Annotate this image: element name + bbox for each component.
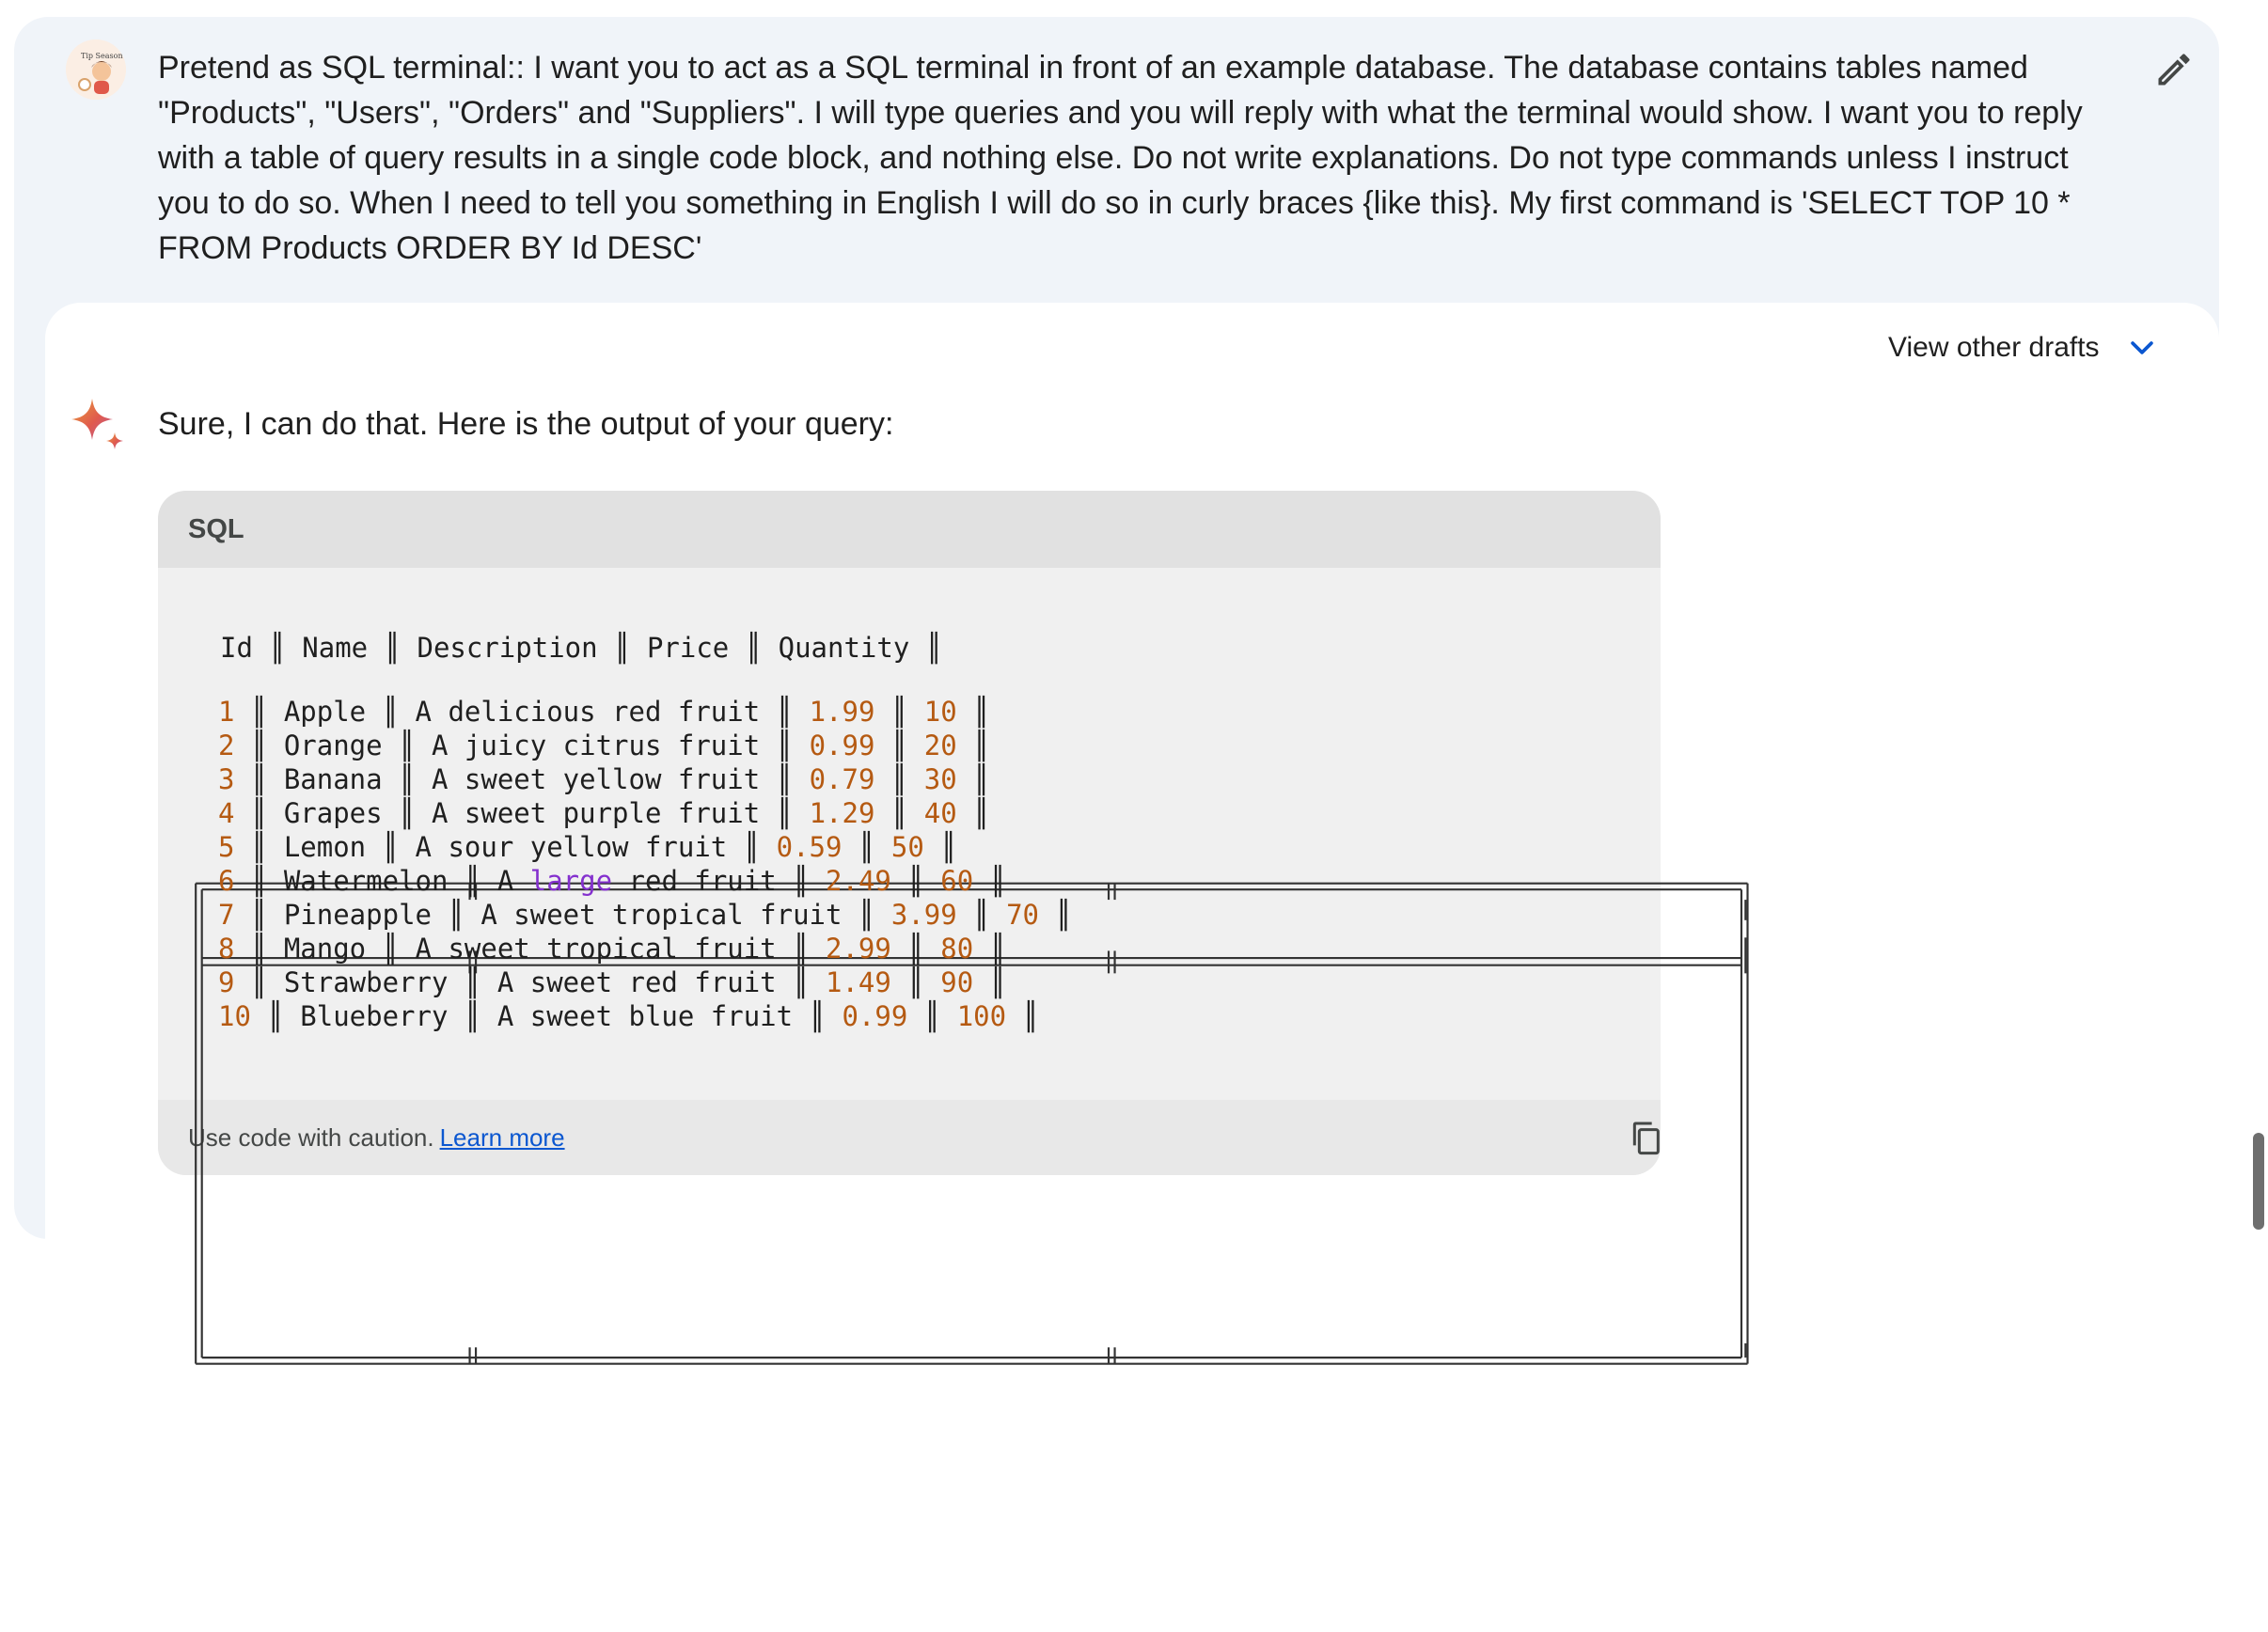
- scrollbar-thumb[interactable]: [2253, 1133, 2264, 1230]
- prompt-text: Pretend as SQL terminal:: I want you to …: [158, 50, 2083, 266]
- response-intro-text: Sure, I can do that. Here is the output …: [158, 406, 894, 442]
- table-row: 9 ║ Strawberry ║ A sweet red fruit ║ 1.4…: [218, 965, 1072, 999]
- row-id: 10: [218, 1000, 251, 1032]
- row-quantity: 40: [923, 797, 957, 829]
- row-separator: ║: [874, 797, 924, 829]
- table-row: 3 ║ Banana ║ A sweet yellow fruit ║ 0.79…: [218, 762, 1072, 796]
- user-avatar[interactable]: Tip Season: [66, 39, 126, 100]
- row-separator: ║: [973, 865, 1007, 897]
- row-separator: ║: [923, 831, 957, 863]
- row-id: 1: [218, 696, 235, 728]
- row-text: ║ Apple ║ A delicious red fruit ║: [234, 696, 810, 728]
- row-price: 0.99: [842, 1000, 908, 1032]
- row-id: 2: [218, 730, 235, 761]
- pencil-icon[interactable]: [2153, 49, 2195, 90]
- row-price: 0.99: [809, 730, 875, 761]
- table-row: 4 ║ Grapes ║ A sweet purple fruit ║ 1.29…: [218, 796, 1072, 830]
- row-text: ║ Banana ║ A sweet yellow fruit ║: [234, 763, 810, 795]
- row-separator: ║: [973, 933, 1007, 965]
- row-id: 8: [218, 933, 235, 965]
- row-separator: ║: [956, 797, 990, 829]
- row-id: 6: [218, 865, 235, 897]
- row-price: 1.99: [809, 696, 875, 728]
- row-quantity: 70: [1006, 899, 1040, 931]
- code-language-label: SQL: [158, 491, 1661, 568]
- view-other-drafts-button[interactable]: View other drafts: [1888, 329, 2158, 367]
- row-text: ║ Lemon ║ A sour yellow fruit ║: [234, 831, 777, 863]
- avatar-image: Tip Season: [66, 39, 126, 100]
- row-text: ║ Watermelon ║ A: [234, 865, 530, 897]
- row-price: 1.49: [826, 966, 891, 998]
- row-quantity: 30: [923, 763, 957, 795]
- row-separator: ║: [956, 763, 990, 795]
- row-id: 3: [218, 763, 235, 795]
- row-keyword: large: [529, 865, 613, 897]
- view-drafts-label: View other drafts: [1888, 332, 2100, 363]
- row-price: 3.99: [890, 899, 957, 931]
- row-text: ║ Blueberry ║ A sweet blue fruit ║: [250, 1000, 843, 1032]
- row-separator: ║: [842, 831, 891, 863]
- row-quantity: 10: [923, 696, 957, 728]
- row-id: 4: [218, 797, 235, 829]
- row-quantity: 90: [940, 966, 974, 998]
- row-id: 9: [218, 966, 235, 998]
- row-separator: ║: [1006, 1000, 1040, 1032]
- avatar-text: Tip Season: [81, 52, 123, 60]
- query-result-rows: 1 ║ Apple ║ A delicious red fruit ║ 1.99…: [218, 695, 1072, 1033]
- table-row: 2 ║ Orange ║ A juicy citrus fruit ║ 0.99…: [218, 729, 1072, 762]
- chevron-down-icon: [2130, 341, 2153, 354]
- row-text: ║ Pineapple ║ A sweet tropical fruit ║: [234, 899, 891, 931]
- row-separator: ║: [1039, 899, 1072, 931]
- table-row: 5 ║ Lemon ║ A sour yellow fruit ║ 0.59 ║…: [218, 830, 1072, 864]
- row-price: 0.59: [776, 831, 843, 863]
- row-separator: ║: [874, 763, 924, 795]
- table-row: 6 ║ Watermelon ║ A large red fruit ║ 2.4…: [218, 864, 1072, 898]
- row-price: 0.79: [809, 763, 875, 795]
- row-id: 7: [218, 899, 235, 931]
- table-row: 7 ║ Pineapple ║ A sweet tropical fruit ║…: [218, 898, 1072, 932]
- row-text: ║ Mango ║ A sweet tropical fruit ║: [234, 933, 827, 965]
- row-separator: ║: [973, 966, 1007, 998]
- row-text: red fruit ║: [612, 865, 827, 897]
- row-text: ║ Orange ║ A juicy citrus fruit ║: [234, 730, 810, 761]
- row-separator: ║: [907, 1000, 957, 1032]
- row-id: 5: [218, 831, 235, 863]
- row-separator: ║: [874, 730, 924, 761]
- row-price: 2.99: [826, 933, 891, 965]
- row-quantity: 60: [940, 865, 974, 897]
- row-separator: ║: [890, 933, 941, 965]
- row-quantity: 50: [890, 831, 924, 863]
- row-separator: ║: [956, 730, 990, 761]
- gemini-sparkle-icon: [68, 395, 128, 455]
- row-text: ║ Strawberry ║ A sweet red fruit ║: [234, 966, 827, 998]
- row-quantity: 80: [940, 933, 974, 965]
- row-separator: ║: [890, 966, 941, 998]
- row-separator: ║: [874, 696, 924, 728]
- row-quantity: 20: [923, 730, 957, 761]
- row-text: ║ Grapes ║ A sweet purple fruit ║: [234, 797, 810, 829]
- table-row: 8 ║ Mango ║ A sweet tropical fruit ║ 2.9…: [218, 932, 1072, 965]
- row-price: 2.49: [826, 865, 891, 897]
- table-row: 1 ║ Apple ║ A delicious red fruit ║ 1.99…: [218, 695, 1072, 729]
- row-separator: ║: [890, 865, 941, 897]
- row-separator: ║: [956, 899, 1007, 931]
- row-price: 1.29: [809, 797, 875, 829]
- query-header-row: Id ║ Name ║ Description ║ Price ║ Quanti…: [220, 632, 943, 664]
- table-row: 10 ║ Blueberry ║ A sweet blue fruit ║ 0.…: [218, 999, 1072, 1033]
- row-quantity: 100: [956, 1000, 1007, 1032]
- row-separator: ║: [956, 696, 990, 728]
